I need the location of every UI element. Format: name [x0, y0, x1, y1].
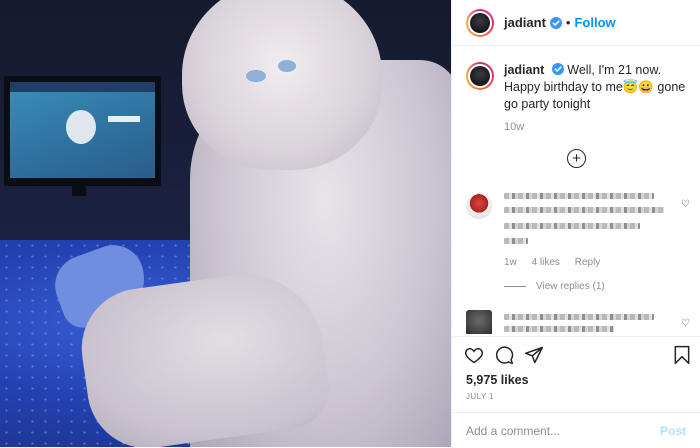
post-header: jadiant • Follow: [452, 0, 700, 46]
tv-profile-picture: [66, 110, 96, 144]
tv-profile-text: [108, 116, 140, 122]
side-panel: jadiant • Follow jadiant Well, I'm 21 no…: [451, 0, 700, 447]
comment-icon[interactable]: [494, 345, 514, 365]
view-replies-label: View replies (1): [536, 281, 605, 292]
add-comment-bar: Post: [452, 412, 700, 448]
bookmark-icon[interactable]: [672, 345, 692, 365]
comment-meta: 1w 4 likes Reply: [504, 257, 612, 268]
blurred-text: [504, 207, 664, 213]
person-head: [182, 0, 382, 170]
post-comment-button[interactable]: Post: [660, 424, 686, 438]
post-actions: 5,975 likes JULY 1 Post: [452, 336, 700, 447]
blurred-text: [504, 238, 528, 244]
comment-item: ♡: [466, 310, 692, 334]
post-age: 10w: [504, 121, 525, 133]
post-date: JULY 1: [466, 392, 494, 401]
comment-avatar[interactable]: [466, 310, 492, 334]
caption-avatar[interactable]: [466, 62, 494, 90]
verified-badge-icon: [549, 16, 562, 29]
heart-icon[interactable]: [464, 345, 484, 365]
likes-count[interactable]: 5,975 likes: [466, 373, 529, 387]
follow-button[interactable]: Follow: [574, 15, 615, 30]
blurred-text: [504, 326, 614, 332]
view-replies-button[interactable]: View replies (1): [504, 281, 605, 292]
share-icon[interactable]: [524, 345, 544, 365]
comment-item: ♡ 1w 4 likes Reply View replies (1): [466, 193, 692, 293]
caption-username[interactable]: jadiant: [504, 63, 544, 77]
caption-text-block: jadiant Well, I'm 21 now. Happy birthday…: [504, 62, 692, 113]
left-eye: [246, 70, 266, 82]
plus-circle-icon[interactable]: +: [567, 149, 586, 168]
comment-time: 1w: [504, 257, 517, 268]
blurred-text: [504, 314, 654, 320]
post-photo[interactable]: [0, 0, 451, 447]
divider: [504, 286, 526, 287]
caption: jadiant Well, I'm 21 now. Happy birthday…: [466, 62, 692, 113]
comment-input[interactable]: [466, 423, 660, 438]
header-username[interactable]: jadiant: [504, 15, 546, 30]
television: [4, 76, 161, 186]
avatar[interactable]: [466, 8, 494, 37]
blurred-text: [504, 223, 640, 229]
tv-stand: [72, 186, 86, 196]
comment-avatar[interactable]: [466, 193, 492, 219]
instagram-post: jadiant • Follow jadiant Well, I'm 21 no…: [0, 0, 700, 447]
blurred-text: [504, 193, 654, 199]
comment-likes[interactable]: 4 likes: [532, 257, 560, 268]
action-icons: [464, 345, 692, 367]
comment-like-heart-icon[interactable]: ♡: [681, 318, 690, 329]
verified-badge-icon: [551, 63, 564, 75]
separator-dot: •: [565, 15, 571, 30]
reply-button[interactable]: Reply: [575, 257, 601, 268]
tv-menu-bar: [10, 82, 155, 92]
tv-screen: [10, 82, 155, 178]
right-eye: [278, 60, 296, 72]
comment-like-heart-icon[interactable]: ♡: [681, 199, 690, 210]
